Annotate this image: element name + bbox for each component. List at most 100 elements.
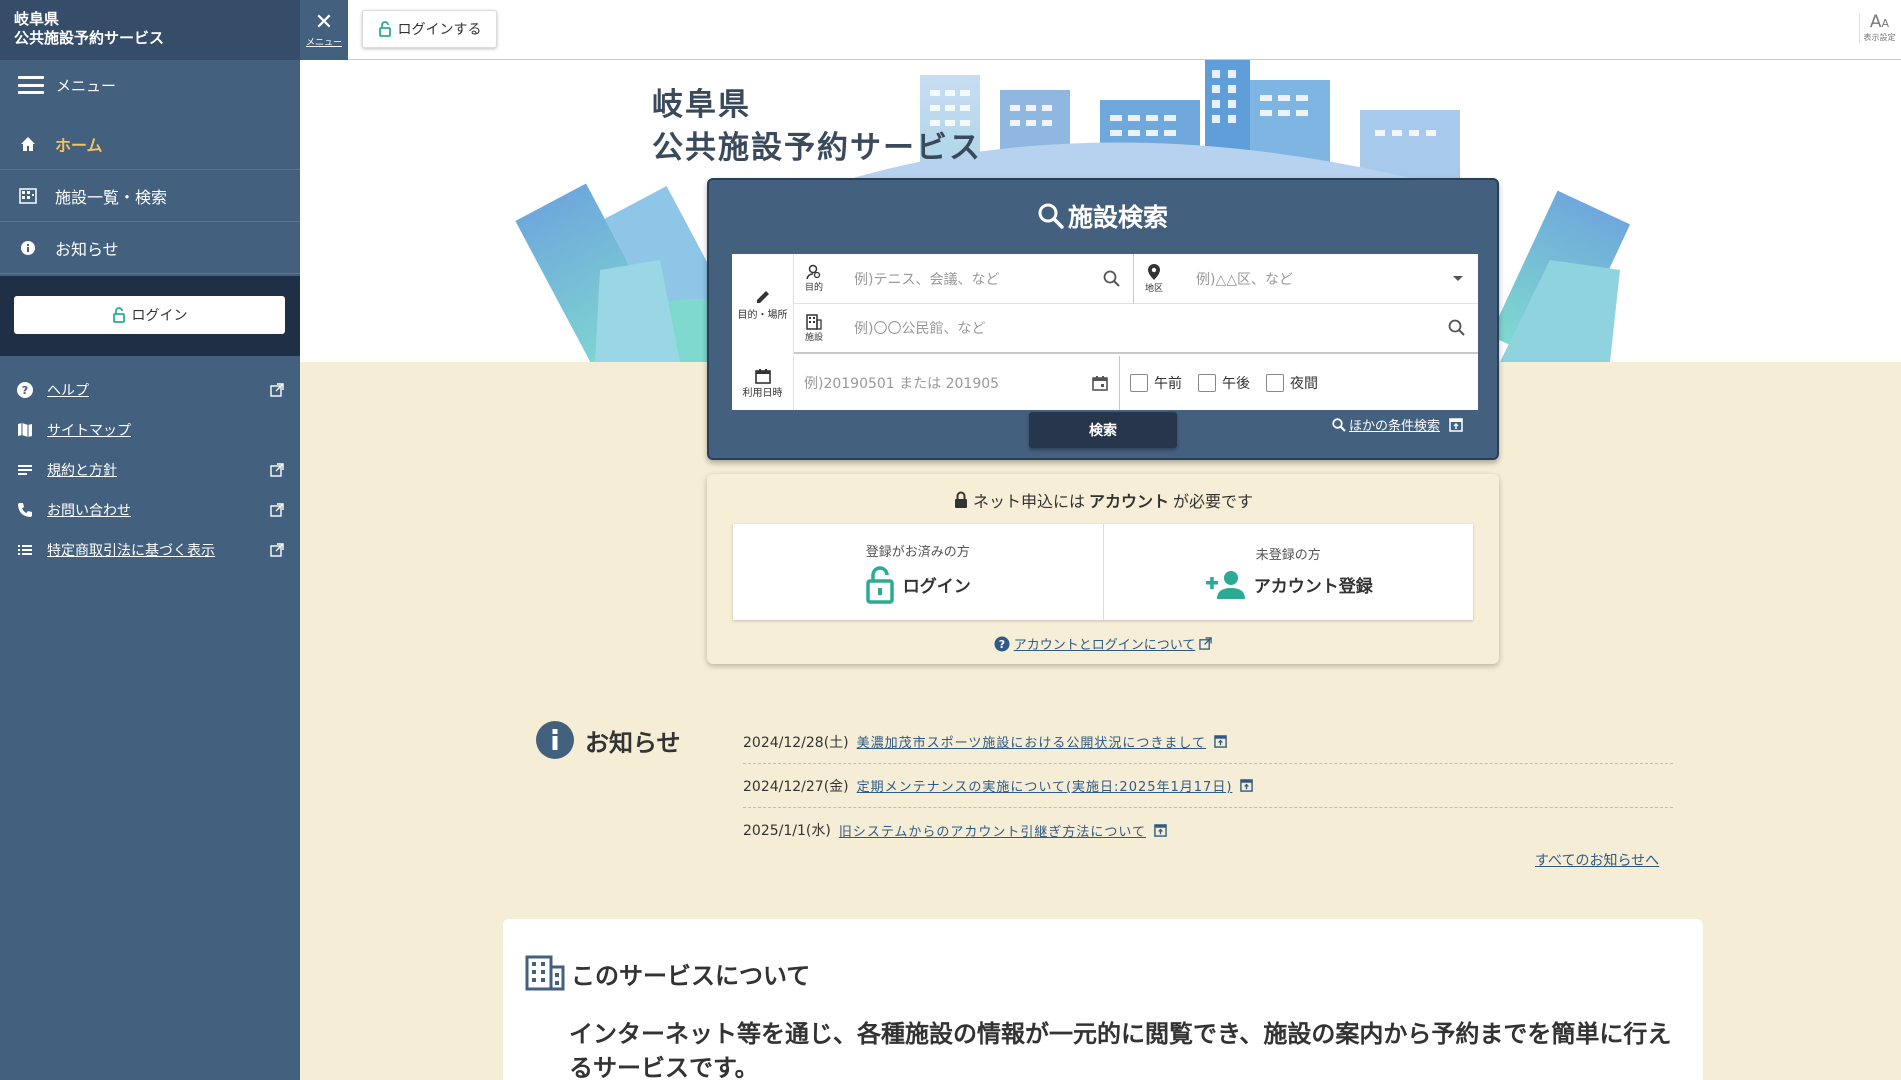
facility-input[interactable]: 施設 例)〇〇公民館、など	[794, 304, 1478, 354]
all-news-link[interactable]: すべてのお知らせへ	[1535, 850, 1659, 870]
info-icon	[536, 721, 574, 759]
sidebar-item-facilities[interactable]: 施設一覧・検索	[0, 170, 300, 222]
news-item: 2024/12/27(金) 定期メンテナンスの実施について(実施日:2025年1…	[743, 764, 1673, 808]
other-search-label: ほかの条件検索	[1348, 419, 1440, 434]
close-menu-button[interactable]: ✕ メニュー	[300, 0, 348, 60]
news-item: 2025/1/1(水) 旧システムからのアカウント引継ぎ方法について	[743, 808, 1673, 852]
top-bar: ✕ メニュー ログインする AA 表示設定	[300, 0, 1901, 60]
purpose-input[interactable]: 目的 例)テニス、会議、など	[794, 254, 1134, 304]
sidebar-link-commerce-act[interactable]: 特定商取引法に基づく表示	[0, 530, 300, 570]
lock-icon	[378, 21, 391, 37]
search-icon[interactable]	[1103, 270, 1121, 288]
help-icon: ?	[994, 636, 1010, 651]
sidebar-item-label: 施設一覧・検索	[55, 187, 168, 207]
search-title: 施設検索	[709, 198, 1497, 234]
open-window-icon	[1449, 417, 1463, 432]
search-icon	[1038, 203, 1064, 229]
display-settings-button[interactable]: AA 表示設定	[1859, 14, 1899, 43]
sidebar-link-contact[interactable]: お問い合わせ	[0, 490, 300, 530]
unregistered-sub-label: 未登録の方	[1255, 547, 1321, 563]
hamburger-icon	[18, 76, 44, 94]
top-login-button[interactable]: ログインする	[362, 10, 497, 48]
sidebar-link-help[interactable]: ? ヘルプ	[0, 370, 300, 410]
account-register-button[interactable]: 未登録の方 アカウント登録	[1102, 524, 1474, 620]
hero-title-line2: 公共施設予約サービス	[652, 130, 982, 166]
lock-icon	[112, 307, 125, 323]
facility-search-card: 施設検索 目的・場所 目的 例)テニス、会議、など 地区 例)△△区、など 施設…	[707, 178, 1499, 460]
sidebar-item-home[interactable]: ホーム	[0, 118, 300, 170]
search-button[interactable]: 検索	[1029, 412, 1177, 448]
person-search-icon	[806, 264, 821, 280]
sidebar-nav: ホーム 施設一覧・検索 お知らせ	[0, 118, 300, 274]
calendar-icon[interactable]	[1091, 374, 1109, 392]
open-window-icon	[1240, 779, 1254, 792]
search-icon	[1332, 417, 1346, 432]
svg-text:?: ?	[22, 384, 28, 397]
help-icon: ?	[17, 382, 33, 398]
news-title-link[interactable]: 定期メンテナンスの実施について(実施日:2025年1月17日)	[857, 776, 1233, 795]
checkbox-box	[1130, 374, 1148, 392]
sidebar-login-area: ログイン	[0, 276, 300, 356]
hero-title: 岐阜県 公共施設予約サービス	[652, 84, 982, 170]
account-note: ネット申込には アカウント が必要です	[707, 488, 1499, 512]
account-options: 登録がお済みの方 ログイン 未登録の方 アカウント登録	[733, 524, 1473, 620]
menu-label: メニュー	[56, 76, 117, 95]
checkbox-box	[1198, 374, 1216, 392]
sidebar-link-policy[interactable]: 規約と方針	[0, 450, 300, 490]
sidebar-link-label: お問い合わせ	[47, 503, 131, 519]
purpose-place-label: 目的・場所	[732, 254, 794, 354]
account-register-label: アカウント登録	[1253, 577, 1373, 597]
sidebar-login-button[interactable]: ログイン	[14, 296, 285, 334]
building-icon	[806, 313, 822, 330]
site-title-line1: 岐阜県	[14, 10, 60, 28]
news-item: 2024/12/28(土) 美濃加茂市スポーツ施設における公開状況につきまして	[743, 720, 1673, 764]
lock-open-icon	[866, 565, 894, 604]
sidebar: 岐阜県 公共施設予約サービス メニュー ホーム 施設一覧・検索 お知らせ ログイ…	[0, 0, 300, 1080]
svg-text:?: ?	[998, 638, 1004, 651]
date-label: 利用日時	[732, 356, 794, 410]
purpose-field-label: 目的	[794, 264, 834, 293]
display-settings-label: 表示設定	[1863, 33, 1896, 42]
morning-checkbox[interactable]: 午前	[1130, 373, 1182, 393]
facility-placeholder: 例)〇〇公民館、など	[854, 321, 986, 337]
sidebar-links: ? ヘルプ サイトマップ 規約と方針 お問い合わせ 特定商取引法に基づく表示	[0, 370, 300, 570]
calendar-icon	[754, 368, 771, 384]
home-icon	[18, 136, 38, 152]
news-title-link[interactable]: 旧システムからのアカウント引継ぎ方法について	[839, 821, 1146, 840]
bullet-list-icon	[18, 545, 32, 555]
afternoon-checkbox[interactable]: 午後	[1198, 373, 1250, 393]
other-search-link[interactable]: ほかの条件検索	[1332, 415, 1463, 434]
close-menu-label: メニュー	[305, 37, 342, 48]
date-placeholder: 例)20190501 または 201905	[804, 376, 1000, 392]
top-login-label: ログインする	[397, 22, 482, 38]
external-link-icon	[270, 543, 284, 557]
building-icon	[525, 955, 565, 991]
area-field-label: 地区	[1134, 263, 1174, 294]
about-text: インターネット等を通じ、各種施設の情報が一元的に閲覧でき、施設の案内から予約まで…	[569, 1020, 1672, 1080]
area-select[interactable]: 地区 例)△△区、など	[1134, 254, 1478, 304]
building-icon	[18, 187, 38, 204]
account-login-button[interactable]: 登録がお済みの方 ログイン	[733, 524, 1103, 620]
account-about-link[interactable]: ? アカウントとログインについて	[707, 634, 1499, 653]
facility-field-label: 施設	[794, 313, 834, 343]
sidebar-item-news[interactable]: お知らせ	[0, 222, 300, 274]
search-icon[interactable]	[1448, 319, 1466, 337]
sidebar-link-label: サイトマップ	[47, 423, 131, 439]
sidebar-link-label: 特定商取引法に基づく表示	[47, 543, 215, 559]
purpose-placeholder: 例)テニス、会議、など	[854, 271, 1000, 288]
list-icon	[18, 465, 32, 475]
site-title[interactable]: 岐阜県 公共施設予約サービス	[0, 0, 300, 60]
site-title-line2: 公共施設予約サービス	[14, 29, 165, 47]
font-size-icon: AA	[1869, 12, 1890, 32]
menu-toggle[interactable]: メニュー	[0, 60, 300, 110]
account-login-label: ログイン	[902, 577, 971, 597]
sidebar-link-sitemap[interactable]: サイトマップ	[0, 410, 300, 450]
add-person-icon	[1205, 570, 1245, 599]
night-checkbox[interactable]: 夜間	[1266, 373, 1318, 393]
sidebar-item-label: ホーム	[55, 135, 103, 155]
map-icon	[18, 423, 32, 437]
date-input[interactable]: 例)20190501 または 201905	[794, 356, 1120, 410]
news-date: 2024/12/28(土)	[743, 734, 849, 751]
news-title-link[interactable]: 美濃加茂市スポーツ施設における公開状況につきまして	[857, 732, 1206, 751]
news-heading: お知らせ	[535, 720, 681, 760]
